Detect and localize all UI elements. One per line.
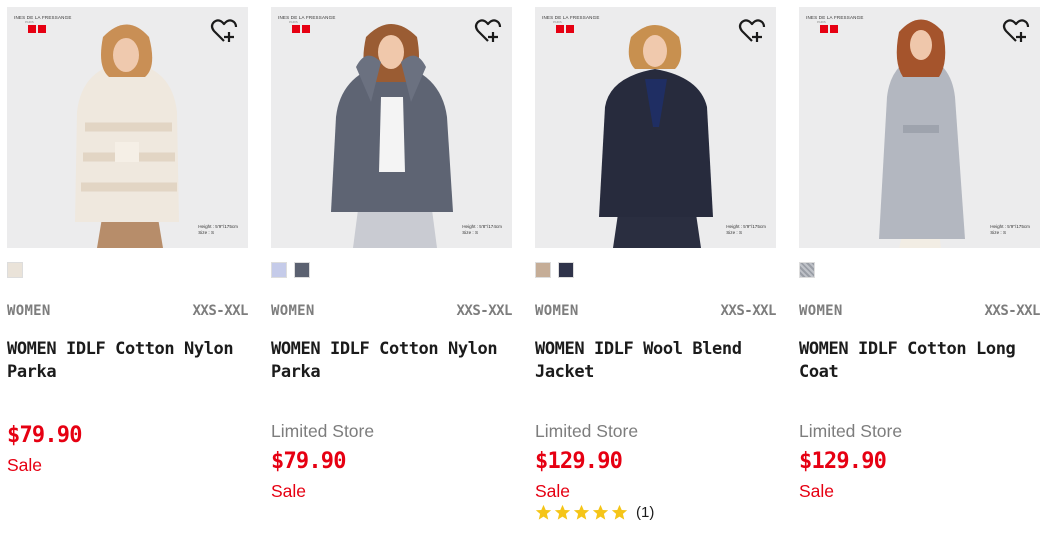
star-icon [535,504,552,520]
sale-label: Sale [535,481,571,501]
product-price: $79.90 [7,423,82,448]
color-swatches [271,262,310,280]
star-icon [611,504,628,520]
brand-sub-label: PARIS [817,20,826,24]
add-to-wishlist-heart-icon[interactable] [1002,17,1030,45]
color-swatch[interactable] [535,262,551,278]
review-count[interactable]: (1) [636,504,654,521]
limited-store-label: Limited Store [799,421,903,441]
limited-store-label: Limited Store [535,421,639,441]
size-range: XXS-XXL [720,303,776,319]
product-image[interactable]: INES DE LA FRESSANGE PARIS Height : 5'8"… [271,7,512,248]
sale-label: Sale [799,481,835,501]
add-to-wishlist-heart-icon[interactable] [474,17,502,45]
brand-sub-label: PARIS [553,20,562,24]
color-swatches [535,262,574,280]
limited-store-label: Limited Store [271,421,375,441]
brand-label: INES DE LA FRESSANGE [14,15,72,20]
brand-label: INES DE LA FRESSANGE [278,15,336,20]
star-icon [573,504,590,520]
gender-label: WOMEN [271,303,315,319]
product-card[interactable]: INES DE LA FRESSANGE PARIS Height : 5'8"… [271,7,512,537]
product-image[interactable]: INES DE LA FRESSANGE PARIS Height : 5'9"… [799,7,1040,248]
uniqlo-logo [292,25,310,33]
product-name[interactable]: WOMEN IDLF Cotton Long Coat [799,338,1040,384]
star-icon [554,504,571,520]
product-meta: WOMEN XXS-XXL [271,303,512,321]
gender-label: WOMEN [535,303,579,319]
color-swatch[interactable] [271,262,287,278]
gender-label: WOMEN [7,303,51,319]
color-swatch[interactable] [294,262,310,278]
color-swatch[interactable] [7,262,23,278]
product-meta: WOMEN XXS-XXL [7,303,248,321]
brand-sub-label: PARIS [289,20,298,24]
model-height-note: Height : 5'9"/175cm Size : S [198,224,238,235]
gender-label: WOMEN [799,303,843,319]
sale-label: Sale [271,481,307,501]
color-swatch[interactable] [799,262,815,278]
product-meta: WOMEN XXS-XXL [535,303,776,321]
sale-label: Sale [7,455,43,475]
color-swatches [799,262,815,280]
star-rating[interactable]: (1) [535,504,654,521]
uniqlo-logo [556,25,574,33]
product-name[interactable]: WOMEN IDLF Wool Blend Jacket [535,338,776,384]
color-swatches [7,262,23,280]
product-name[interactable]: WOMEN IDLF Cotton Nylon Parka [271,338,512,384]
brand-label: INES DE LA FRESSANGE [806,15,864,20]
model-height-note: Height : 5'9"/175cm Size : S [726,224,766,235]
uniqlo-logo [28,25,46,33]
product-card[interactable]: INES DE LA FRESSANGE PARIS Height : 5'9"… [799,7,1040,537]
add-to-wishlist-heart-icon[interactable] [738,17,766,45]
size-range: XXS-XXL [192,303,248,319]
product-meta: WOMEN XXS-XXL [799,303,1040,321]
star-icon [592,504,609,520]
product-image[interactable]: INES DE LA FRESSANGE PARIS Height : 5'9"… [535,7,776,248]
add-to-wishlist-heart-icon[interactable] [210,17,238,45]
model-height-note: Height : 5'8"/174cm Size : S [462,224,502,235]
product-price: $79.90 [271,449,346,474]
product-price: $129.90 [535,449,623,474]
size-range: XXS-XXL [984,303,1040,319]
product-card[interactable]: INES DE LA FRESSANGE PARIS Height : 5'9"… [7,7,248,537]
color-swatch[interactable] [558,262,574,278]
product-price: $129.90 [799,449,887,474]
brand-label: INES DE LA FRESSANGE [542,15,600,20]
model-height-note: Height : 5'9"/175cm Size : S [990,224,1030,235]
uniqlo-logo [820,25,838,33]
size-range: XXS-XXL [456,303,512,319]
brand-sub-label: PARIS [25,20,34,24]
product-name[interactable]: WOMEN IDLF Cotton Nylon Parka [7,338,248,384]
product-card[interactable]: INES DE LA FRESSANGE PARIS Height : 5'9"… [535,7,776,537]
product-image[interactable]: INES DE LA FRESSANGE PARIS Height : 5'9"… [7,7,248,248]
